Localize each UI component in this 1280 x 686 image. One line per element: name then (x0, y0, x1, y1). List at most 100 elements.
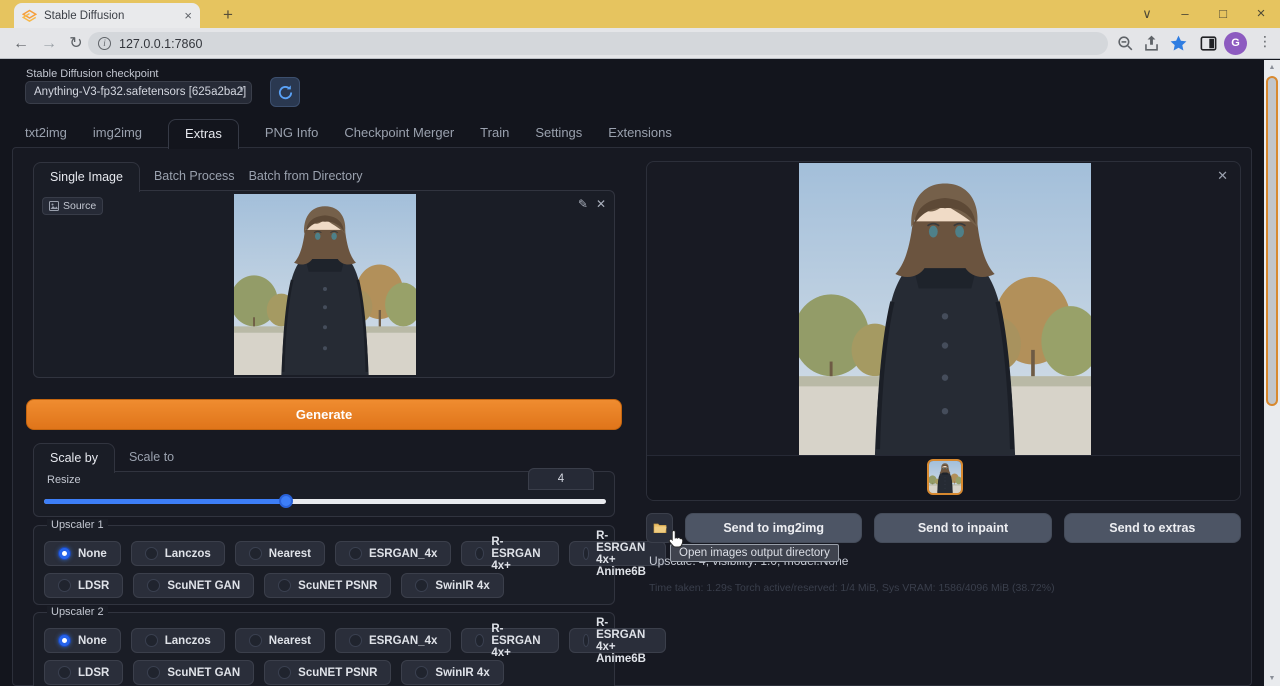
radio-icon (58, 666, 71, 679)
output-actions: Send to img2img Send to inpaint Send to … (646, 513, 1241, 543)
image-icon (49, 201, 59, 211)
main-tab-bar: txt2img img2img Extras PNG Info Checkpoi… (25, 119, 672, 148)
radio-icon (145, 547, 158, 560)
browser-menu-icon[interactable]: ⋮ (1258, 33, 1272, 50)
tab-png-info[interactable]: PNG Info (265, 119, 318, 148)
window-minimize-button[interactable]: – (1166, 0, 1204, 28)
profile-avatar[interactable]: G (1224, 32, 1247, 55)
upscaler2-option-r-esrgan-4x-anime6b[interactable]: R-ESRGAN 4x+ Anime6B (569, 628, 667, 653)
upscaler2-option-none[interactable]: None (44, 628, 121, 653)
forward-button[interactable]: → (36, 31, 62, 57)
scrollbar-thumb[interactable] (1266, 76, 1278, 406)
chevron-down-icon: ∨ (238, 84, 245, 95)
share-icon[interactable] (1142, 34, 1161, 53)
radio-icon (475, 547, 484, 560)
radio-icon (145, 634, 158, 647)
upscaler1-label: Upscaler 1 (47, 519, 108, 531)
upscaler2-label: Upscaler 2 (47, 606, 108, 618)
scroll-down-icon[interactable]: ▼ (1264, 671, 1280, 686)
address-bar[interactable]: i 127.0.0.1:7860 (88, 32, 1108, 55)
resize-value-input[interactable]: 4 (528, 468, 594, 490)
radio-icon (349, 547, 362, 560)
checkpoint-dropdown[interactable]: Anything-V3-fp32.safetensors [625a2ba2] (25, 81, 252, 104)
radio-icon (147, 579, 160, 592)
source-image-dropzone[interactable]: Source ✎ ✕ (33, 190, 615, 378)
gallery-thumbnail-selected[interactable] (927, 459, 963, 495)
upscaler2-option-nearest[interactable]: Nearest (235, 628, 325, 653)
upscaler2-option-r-esrgan-4x[interactable]: R-ESRGAN 4x+ (461, 628, 558, 653)
upscaler2-option-lanczos[interactable]: Lanczos (131, 628, 225, 653)
window-close-button[interactable]: × (1242, 0, 1280, 28)
window-maximize-button[interactable]: □ (1204, 0, 1242, 28)
site-info-icon[interactable]: i (98, 37, 111, 50)
tab-batch-from-directory[interactable]: Batch from Directory (249, 162, 363, 191)
folder-button-tooltip: Open images output directory (670, 544, 839, 562)
back-button[interactable]: ← (8, 31, 34, 57)
resize-label: Resize (47, 474, 81, 486)
tab-train[interactable]: Train (480, 119, 509, 148)
folder-icon (652, 520, 668, 536)
slider-thumb[interactable] (279, 494, 293, 508)
upscaler2-option-swinir-4x[interactable]: SwinIR 4x (401, 660, 503, 685)
radio-icon (583, 547, 590, 560)
tab-txt2img[interactable]: txt2img (25, 119, 67, 148)
chrome-menu-chevron-icon[interactable]: ∨ (1128, 0, 1166, 28)
scale-mode-tabs: Scale by Scale to (33, 443, 174, 472)
browser-tab[interactable]: Stable Diffusion × (14, 3, 200, 28)
radio-icon (147, 666, 160, 679)
radio-icon (475, 634, 484, 647)
upscaler2-option-ldsr[interactable]: LDSR (44, 660, 123, 685)
tab-img2img[interactable]: img2img (93, 119, 142, 148)
upscaler1-option-ldsr[interactable]: LDSR (44, 573, 123, 598)
upscaler1-option-nearest[interactable]: Nearest (235, 541, 325, 566)
send-to-img2img-button[interactable]: Send to img2img (685, 513, 862, 543)
edit-image-icon[interactable]: ✎ (578, 197, 588, 211)
browser-window: Stable Diffusion × + ∨ – □ × ← → ↻ i 127… (0, 0, 1280, 686)
output-gallery: ✕ (646, 161, 1241, 501)
tab-close-icon[interactable]: × (184, 8, 192, 23)
new-tab-button[interactable]: + (216, 4, 240, 28)
zoom-out-icon[interactable] (1116, 34, 1135, 53)
scroll-up-icon[interactable]: ▲ (1264, 60, 1280, 75)
radio-icon (415, 579, 428, 592)
upscaler1-option-none[interactable]: None (44, 541, 121, 566)
tab-batch-process[interactable]: Batch Process (154, 162, 235, 191)
gallery-close-icon[interactable]: ✕ (1217, 168, 1228, 184)
radio-icon (249, 547, 262, 560)
performance-info-text: Time taken: 1.29s Torch active/reserved:… (649, 582, 1055, 594)
generate-button[interactable]: Generate (26, 399, 622, 430)
upscaler1-option-scunet-gan[interactable]: ScuNET GAN (133, 573, 254, 598)
upscaler1-option-r-esrgan-4x[interactable]: R-ESRGAN 4x+ (461, 541, 558, 566)
upscaler2-option-scunet-gan[interactable]: ScuNET GAN (133, 660, 254, 685)
tab-extras[interactable]: Extras (168, 119, 239, 149)
upscaler1-option-esrgan-4x[interactable]: ESRGAN_4x (335, 541, 451, 566)
radio-selected-icon (58, 634, 71, 647)
tab-extensions[interactable]: Extensions (608, 119, 672, 148)
radio-icon (249, 634, 262, 647)
upscaler1-option-swinir-4x[interactable]: SwinIR 4x (401, 573, 503, 598)
upscaler2-option-scunet-psnr[interactable]: ScuNET PSNR (264, 660, 391, 685)
send-to-inpaint-button[interactable]: Send to inpaint (874, 513, 1051, 543)
tab-checkpoint-merger[interactable]: Checkpoint Merger (344, 119, 454, 148)
extras-tab-content: Single Image Batch Process Batch from Di… (12, 147, 1252, 686)
bookmark-star-icon[interactable] (1169, 34, 1188, 53)
radio-icon (583, 634, 590, 647)
url-text: 127.0.0.1:7860 (119, 37, 202, 51)
refresh-checkpoint-button[interactable] (270, 77, 300, 107)
clear-image-icon[interactable]: ✕ (596, 197, 606, 211)
send-to-extras-button[interactable]: Send to extras (1064, 513, 1241, 543)
page-scrollbar[interactable]: ▲ ▼ (1264, 60, 1280, 686)
tab-settings[interactable]: Settings (535, 119, 582, 148)
tab-scale-by[interactable]: Scale by (33, 443, 115, 473)
tab-single-image[interactable]: Single Image (33, 162, 140, 192)
output-image[interactable] (799, 163, 1091, 455)
upscaler1-option-lanczos[interactable]: Lanczos (131, 541, 225, 566)
upscaler2-option-esrgan-4x[interactable]: ESRGAN_4x (335, 628, 451, 653)
tab-scale-to[interactable]: Scale to (129, 443, 174, 472)
upscaler1-option-scunet-psnr[interactable]: ScuNET PSNR (264, 573, 391, 598)
side-panel-icon[interactable] (1199, 34, 1218, 53)
source-mode-tabs: Single Image Batch Process Batch from Di… (33, 162, 362, 191)
reload-button[interactable]: ↻ (63, 31, 89, 57)
browser-titlebar: Stable Diffusion × + ∨ – □ × (0, 0, 1280, 28)
resize-slider[interactable] (44, 494, 606, 508)
